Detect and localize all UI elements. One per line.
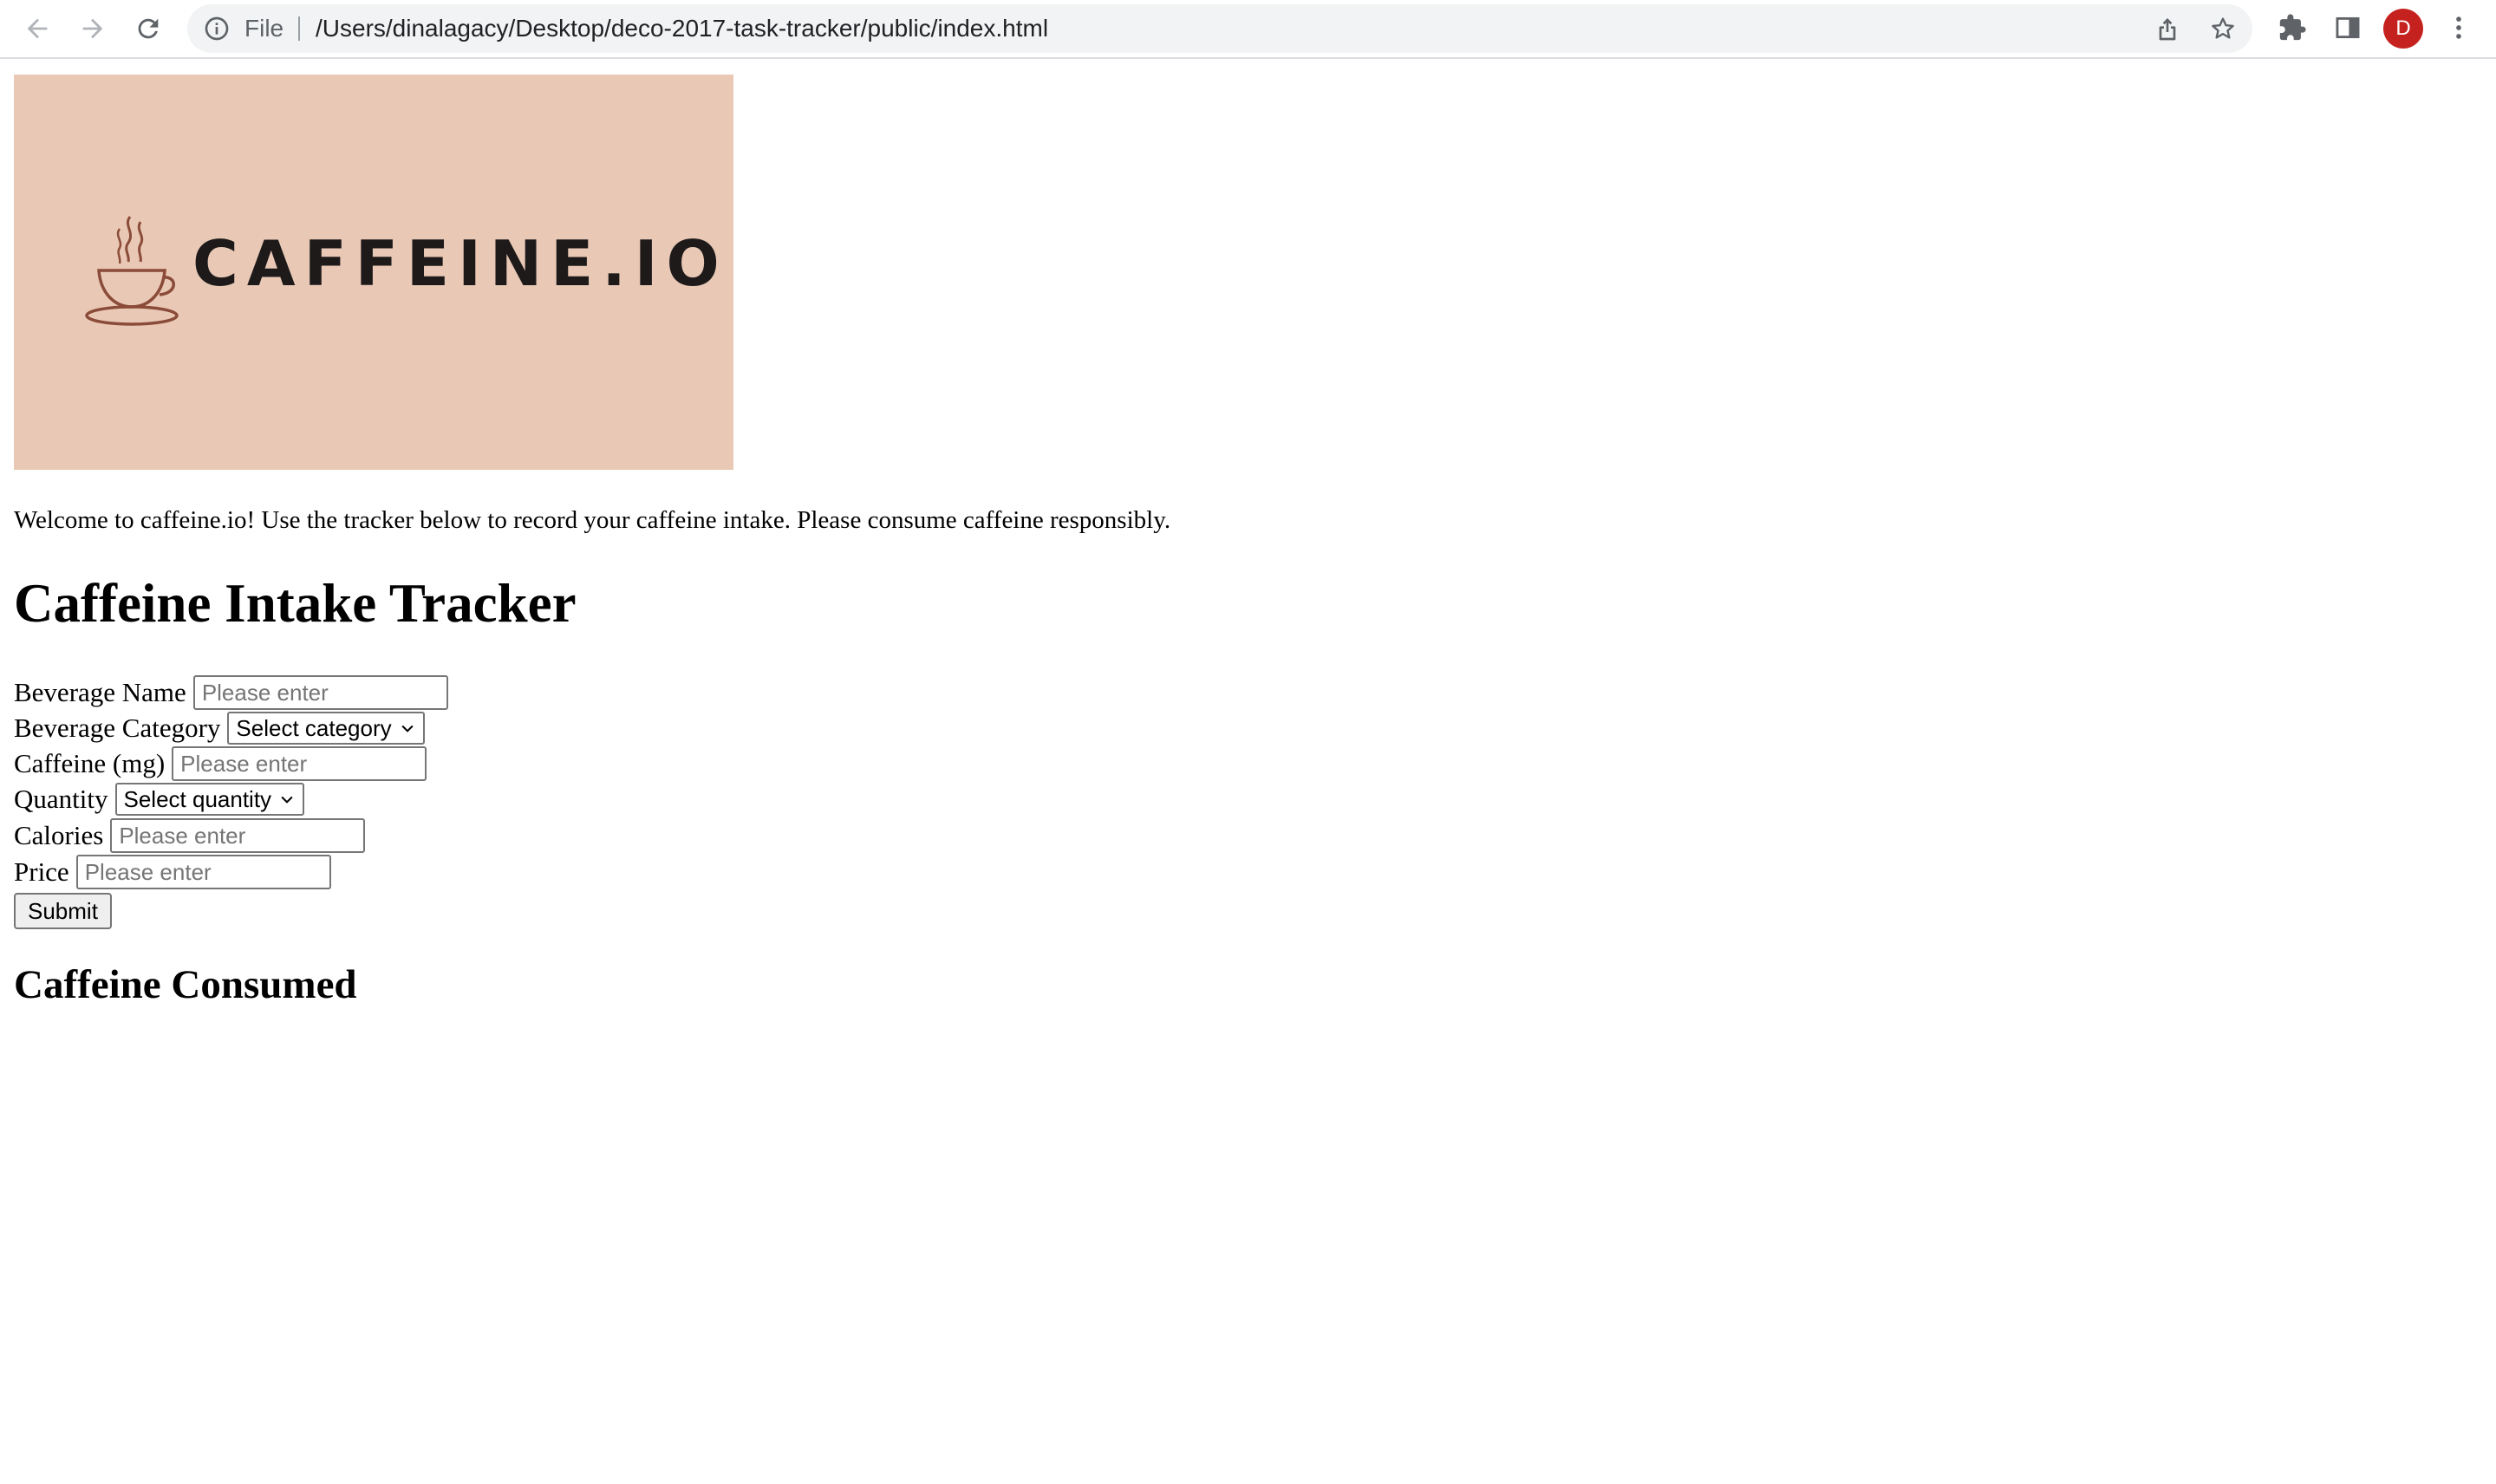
side-panel-icon bbox=[2336, 16, 2360, 39]
coffee-cup-icon bbox=[85, 216, 179, 326]
arrow-right-icon bbox=[82, 18, 103, 39]
calories-label: Calories bbox=[14, 820, 104, 850]
beverage-category-row: Beverage Category Select category bbox=[14, 710, 425, 746]
browser-toolbar: File /Users/dinalagacy/Desktop/deco-2017… bbox=[0, 0, 2496, 59]
quantity-value: Select quantity bbox=[123, 785, 272, 812]
page-content: CAFFEINE.IO Welcome to caffeine.io! Use … bbox=[14, 75, 2476, 1007]
browser-menu-button[interactable] bbox=[2441, 10, 2476, 45]
back-button[interactable] bbox=[17, 9, 57, 49]
info-icon[interactable] bbox=[203, 15, 231, 42]
welcome-message: Welcome to caffeine.io! Use the tracker … bbox=[14, 506, 1171, 534]
quantity-select[interactable]: Select quantity bbox=[114, 783, 305, 816]
profile-avatar[interactable]: D bbox=[2383, 9, 2423, 49]
beverage-category-label: Beverage Category bbox=[14, 713, 221, 743]
quantity-label: Quantity bbox=[14, 784, 108, 814]
page-title: Caffeine Intake Tracker bbox=[14, 573, 577, 634]
caffeine-row: Caffeine (mg) bbox=[14, 745, 427, 782]
url-text[interactable]: /Users/dinalagacy/Desktop/deco-2017-task… bbox=[316, 4, 1048, 53]
reload-icon bbox=[138, 18, 159, 39]
extensions-button[interactable] bbox=[2275, 10, 2310, 45]
price-label: Price bbox=[14, 856, 69, 887]
price-row: Price bbox=[14, 854, 331, 890]
submit-button[interactable]: Submit bbox=[14, 893, 112, 929]
reload-button[interactable] bbox=[128, 9, 168, 49]
caffeine-input[interactable] bbox=[172, 746, 427, 781]
caffeine-consumed-heading: Caffeine Consumed bbox=[14, 962, 357, 1007]
address-bar[interactable]: File /Users/dinalagacy/Desktop/deco-2017… bbox=[187, 4, 2252, 53]
side-panel-button[interactable] bbox=[2330, 10, 2365, 45]
arrow-left-icon bbox=[27, 18, 48, 39]
share-icon bbox=[2159, 18, 2176, 41]
price-input[interactable] bbox=[75, 855, 331, 889]
share-button[interactable] bbox=[2152, 13, 2183, 44]
calories-input[interactable] bbox=[110, 818, 366, 853]
scheme-label: File bbox=[244, 15, 284, 42]
logo-banner: CAFFEINE.IO bbox=[14, 75, 733, 470]
logo-wordmark: CAFFEINE.IO bbox=[192, 227, 728, 300]
beverage-name-input[interactable] bbox=[192, 675, 448, 710]
beverage-category-select[interactable]: Select category bbox=[227, 712, 425, 745]
forward-button[interactable] bbox=[73, 9, 113, 49]
chevron-down-icon bbox=[401, 725, 414, 732]
caffeine-label: Caffeine (mg) bbox=[14, 748, 166, 778]
star-icon bbox=[2212, 17, 2234, 39]
kebab-menu-icon bbox=[2456, 16, 2461, 39]
beverage-name-label: Beverage Name bbox=[14, 677, 186, 707]
beverage-name-row: Beverage Name bbox=[14, 674, 448, 711]
chevron-down-icon bbox=[281, 796, 293, 804]
calories-row: Calories bbox=[14, 817, 366, 854]
puzzle-icon bbox=[2279, 14, 2306, 41]
beverage-category-value: Select category bbox=[236, 714, 392, 741]
quantity-row: Quantity Select quantity bbox=[14, 781, 305, 817]
bookmark-button[interactable] bbox=[2207, 13, 2239, 44]
scheme-divider bbox=[298, 16, 300, 41]
